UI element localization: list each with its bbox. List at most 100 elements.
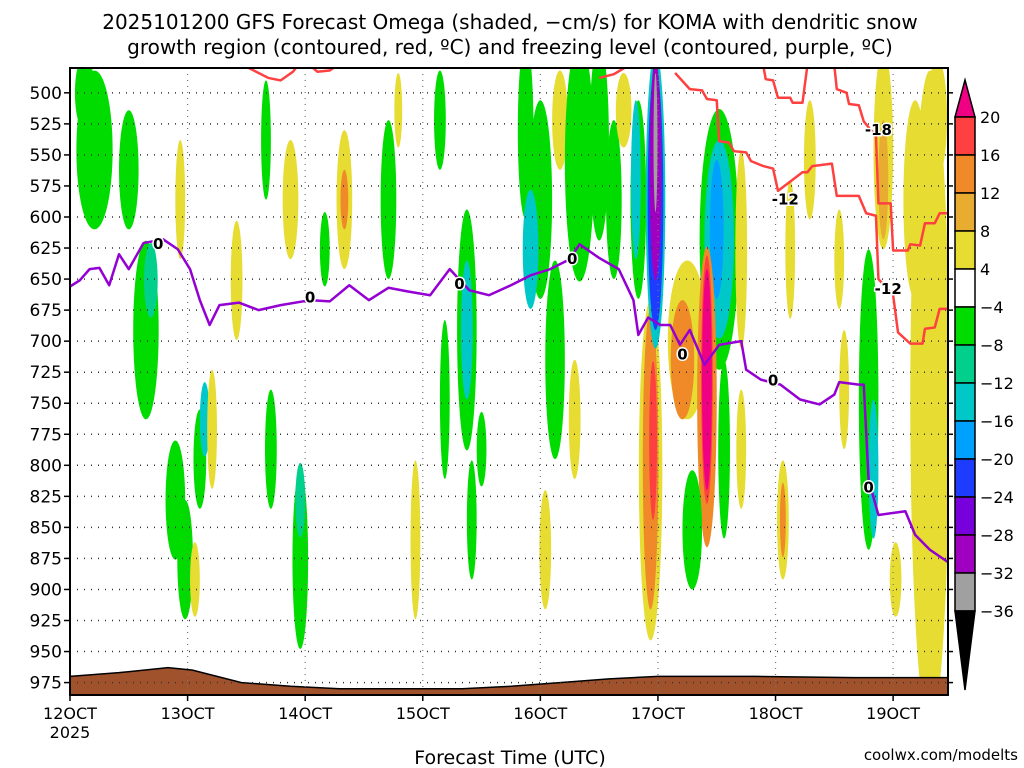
colorbar-box [954,116,976,156]
chart-title-line-2: growth region (contoured, red, ºC) and f… [127,35,893,59]
colorbar-box [954,230,976,270]
plot-area [70,68,948,695]
freezing-level-label: 0 [863,478,873,496]
colorbar-above-triangle [954,77,976,118]
omega-shade-cell [340,169,349,230]
y-tick-label: 850 [30,518,62,538]
omega-shade-cell [394,72,403,148]
omega-shade-cell [476,411,487,487]
omega-shade-cell [439,320,450,479]
omega-shade-cell [606,120,622,280]
freezing-level-label: 0 [567,250,577,268]
y-tick-label: 600 [30,208,62,228]
y-tick-label: 500 [30,84,62,104]
x-tick-sublabel: 2025 [50,723,91,742]
colorbar-box [954,344,976,384]
omega-shade-cell [143,243,158,318]
colorbar-box [954,268,976,308]
omega-shade-cell [434,70,446,170]
y-tick-label: 775 [30,425,62,445]
colorbar-label: −4 [980,298,1004,317]
colorbar-below-triangle [954,610,976,691]
y-tick-label: 925 [30,612,62,632]
y-tick-label: 875 [30,549,62,569]
omega-shade-cell [568,359,581,479]
chart-title-line-1: 2025101200 GFS Forecast Omega (shaded, −… [102,10,918,34]
omega-shade-cell [889,542,902,617]
omega-shade-cell [261,80,271,200]
omega-shade-cell [539,490,552,610]
colorbar-label: −28 [980,526,1014,545]
omega-shade-cell [522,189,539,309]
omega-shade-cell [653,72,658,213]
freezing-level-label: 0 [153,235,163,253]
omega-shade-cell [735,149,748,349]
omega-shade-cell [834,209,845,309]
credit-text: coolwx.com/modelts [864,746,1018,764]
omega-shade-cell [380,120,397,280]
freezing-level-label: 0 [305,288,315,306]
colorbar-box [954,192,976,232]
omega-shade-cell [230,220,243,340]
colorbar-box [954,572,976,612]
omega-shade-cell [779,482,786,558]
colorbar-label: 4 [980,260,990,279]
colorbar-box [954,458,976,498]
colorbar-box [954,154,976,194]
omega-shade-cell [839,329,850,450]
omega-shade-cell [466,460,477,580]
grid-lines [70,68,948,695]
x-tick-label: 15OCT [396,704,450,723]
omega-shade-cell [736,389,747,509]
y-tick-label: 625 [30,239,62,259]
freezing-level-label: 0 [454,275,464,293]
omega-shade-cell [282,140,299,260]
colorbar-label: 16 [980,146,1000,165]
y-tick-label: 575 [30,177,62,197]
y-tick-label: 750 [30,394,62,414]
dgz-contour-label: -12 [875,280,902,298]
x-tick-label: 12OCT [43,704,97,723]
colorbar-label: −24 [980,488,1014,507]
colorbar-box [954,496,976,536]
dgz-contour-line [762,68,809,105]
omega-shade-cell [718,359,730,539]
y-tick-label: 700 [30,332,62,352]
x-tick-label: 14OCT [278,704,332,723]
omega-shade-cell [177,500,193,620]
omega-shade-cell [615,72,632,148]
omega-shade-cell [265,389,277,509]
omega-shade-cell [190,542,200,617]
y-tick-label: 650 [30,270,62,290]
colorbar-box [954,420,976,460]
omega-time-height-chart: 2025101200 GFS Forecast Omega (shaded, −… [30,10,1019,768]
y-tick-label: 950 [30,643,62,663]
omega-shade-cell [702,269,712,491]
omega-shade-cell [589,68,609,241]
x-tick-label: 17OCT [631,704,685,723]
plot-frame [69,67,949,696]
x-tick-label: 18OCT [749,704,803,723]
colorbar-box [954,306,976,346]
omega-shade-cell [545,260,565,460]
omega-shade-cell [803,100,816,220]
colorbar-label: 20 [980,108,1000,127]
x-tick-label: 13OCT [161,704,215,723]
colorbar-label: −36 [980,602,1014,621]
x-axis-label: Forecast Time (UTC) [414,747,605,768]
colorbar: 20 16 12 8 4 −4 −8 −12 −16 −20 −24 −28 −32 −36 [954,77,1014,691]
colorbar-label: 12 [980,184,1000,203]
colorbar-box [954,382,976,422]
colorbar-label: −16 [980,412,1014,431]
y-tick-label: 800 [30,456,62,476]
y-tick-label: 900 [30,580,62,600]
y-tick-label: 975 [30,674,62,694]
omega-shade-cell [649,361,657,520]
colorbar-label: −12 [980,374,1014,393]
dgz-contour-label: -18 [865,121,892,139]
omega-shade-cell [630,100,641,260]
y-tick-label: 525 [30,115,62,135]
terrain-fill [70,666,948,695]
omega-shade-cell [410,460,421,620]
omega-shade-cell [868,399,879,539]
